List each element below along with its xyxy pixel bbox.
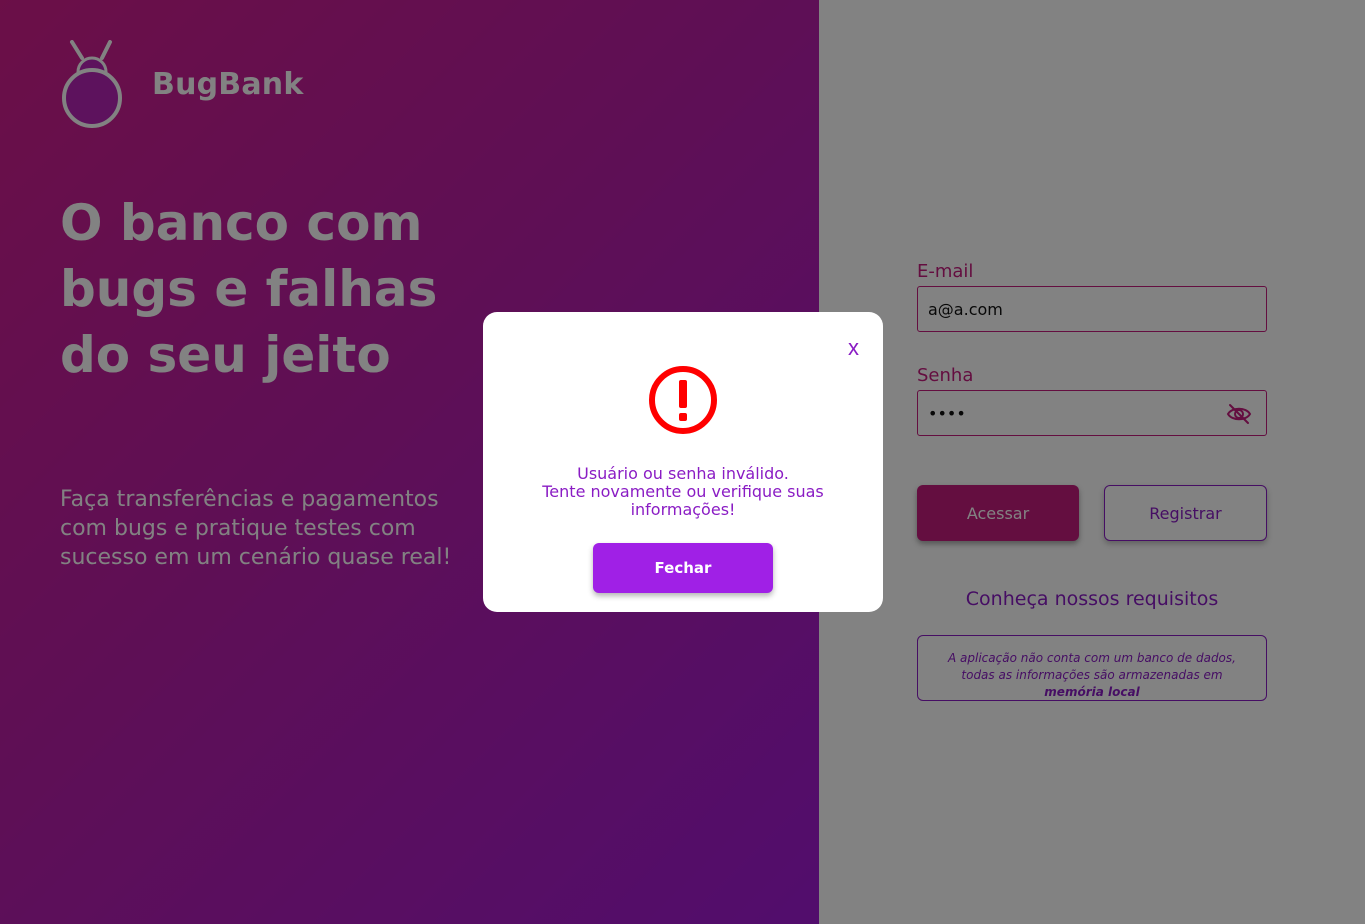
error-modal: x Usuário ou senha inválido. Tente novam… — [483, 312, 883, 612]
close-modal-button[interactable]: Fechar — [593, 543, 773, 593]
alert-circle-icon — [647, 364, 719, 440]
error-message: Usuário ou senha inválido. Tente novamen… — [503, 465, 863, 519]
error-line: informações! — [630, 500, 736, 519]
close-icon[interactable]: x — [848, 336, 859, 360]
error-line: Tente novamente ou verifique suas — [542, 482, 824, 501]
error-line: Usuário ou senha inválido. — [577, 464, 789, 483]
